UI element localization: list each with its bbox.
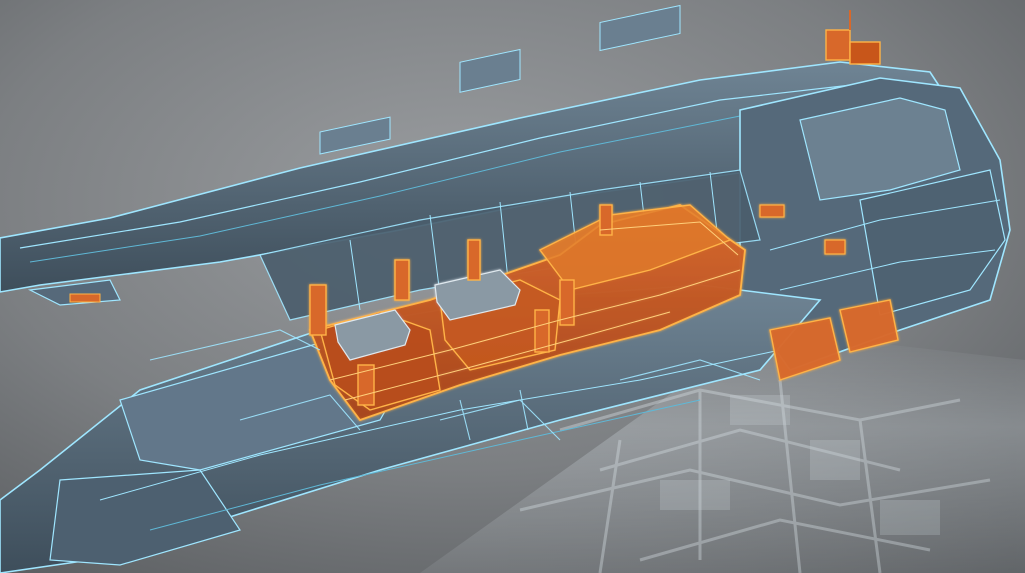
- spaceship-render: [0, 0, 1025, 573]
- render-canvas: [0, 0, 1025, 573]
